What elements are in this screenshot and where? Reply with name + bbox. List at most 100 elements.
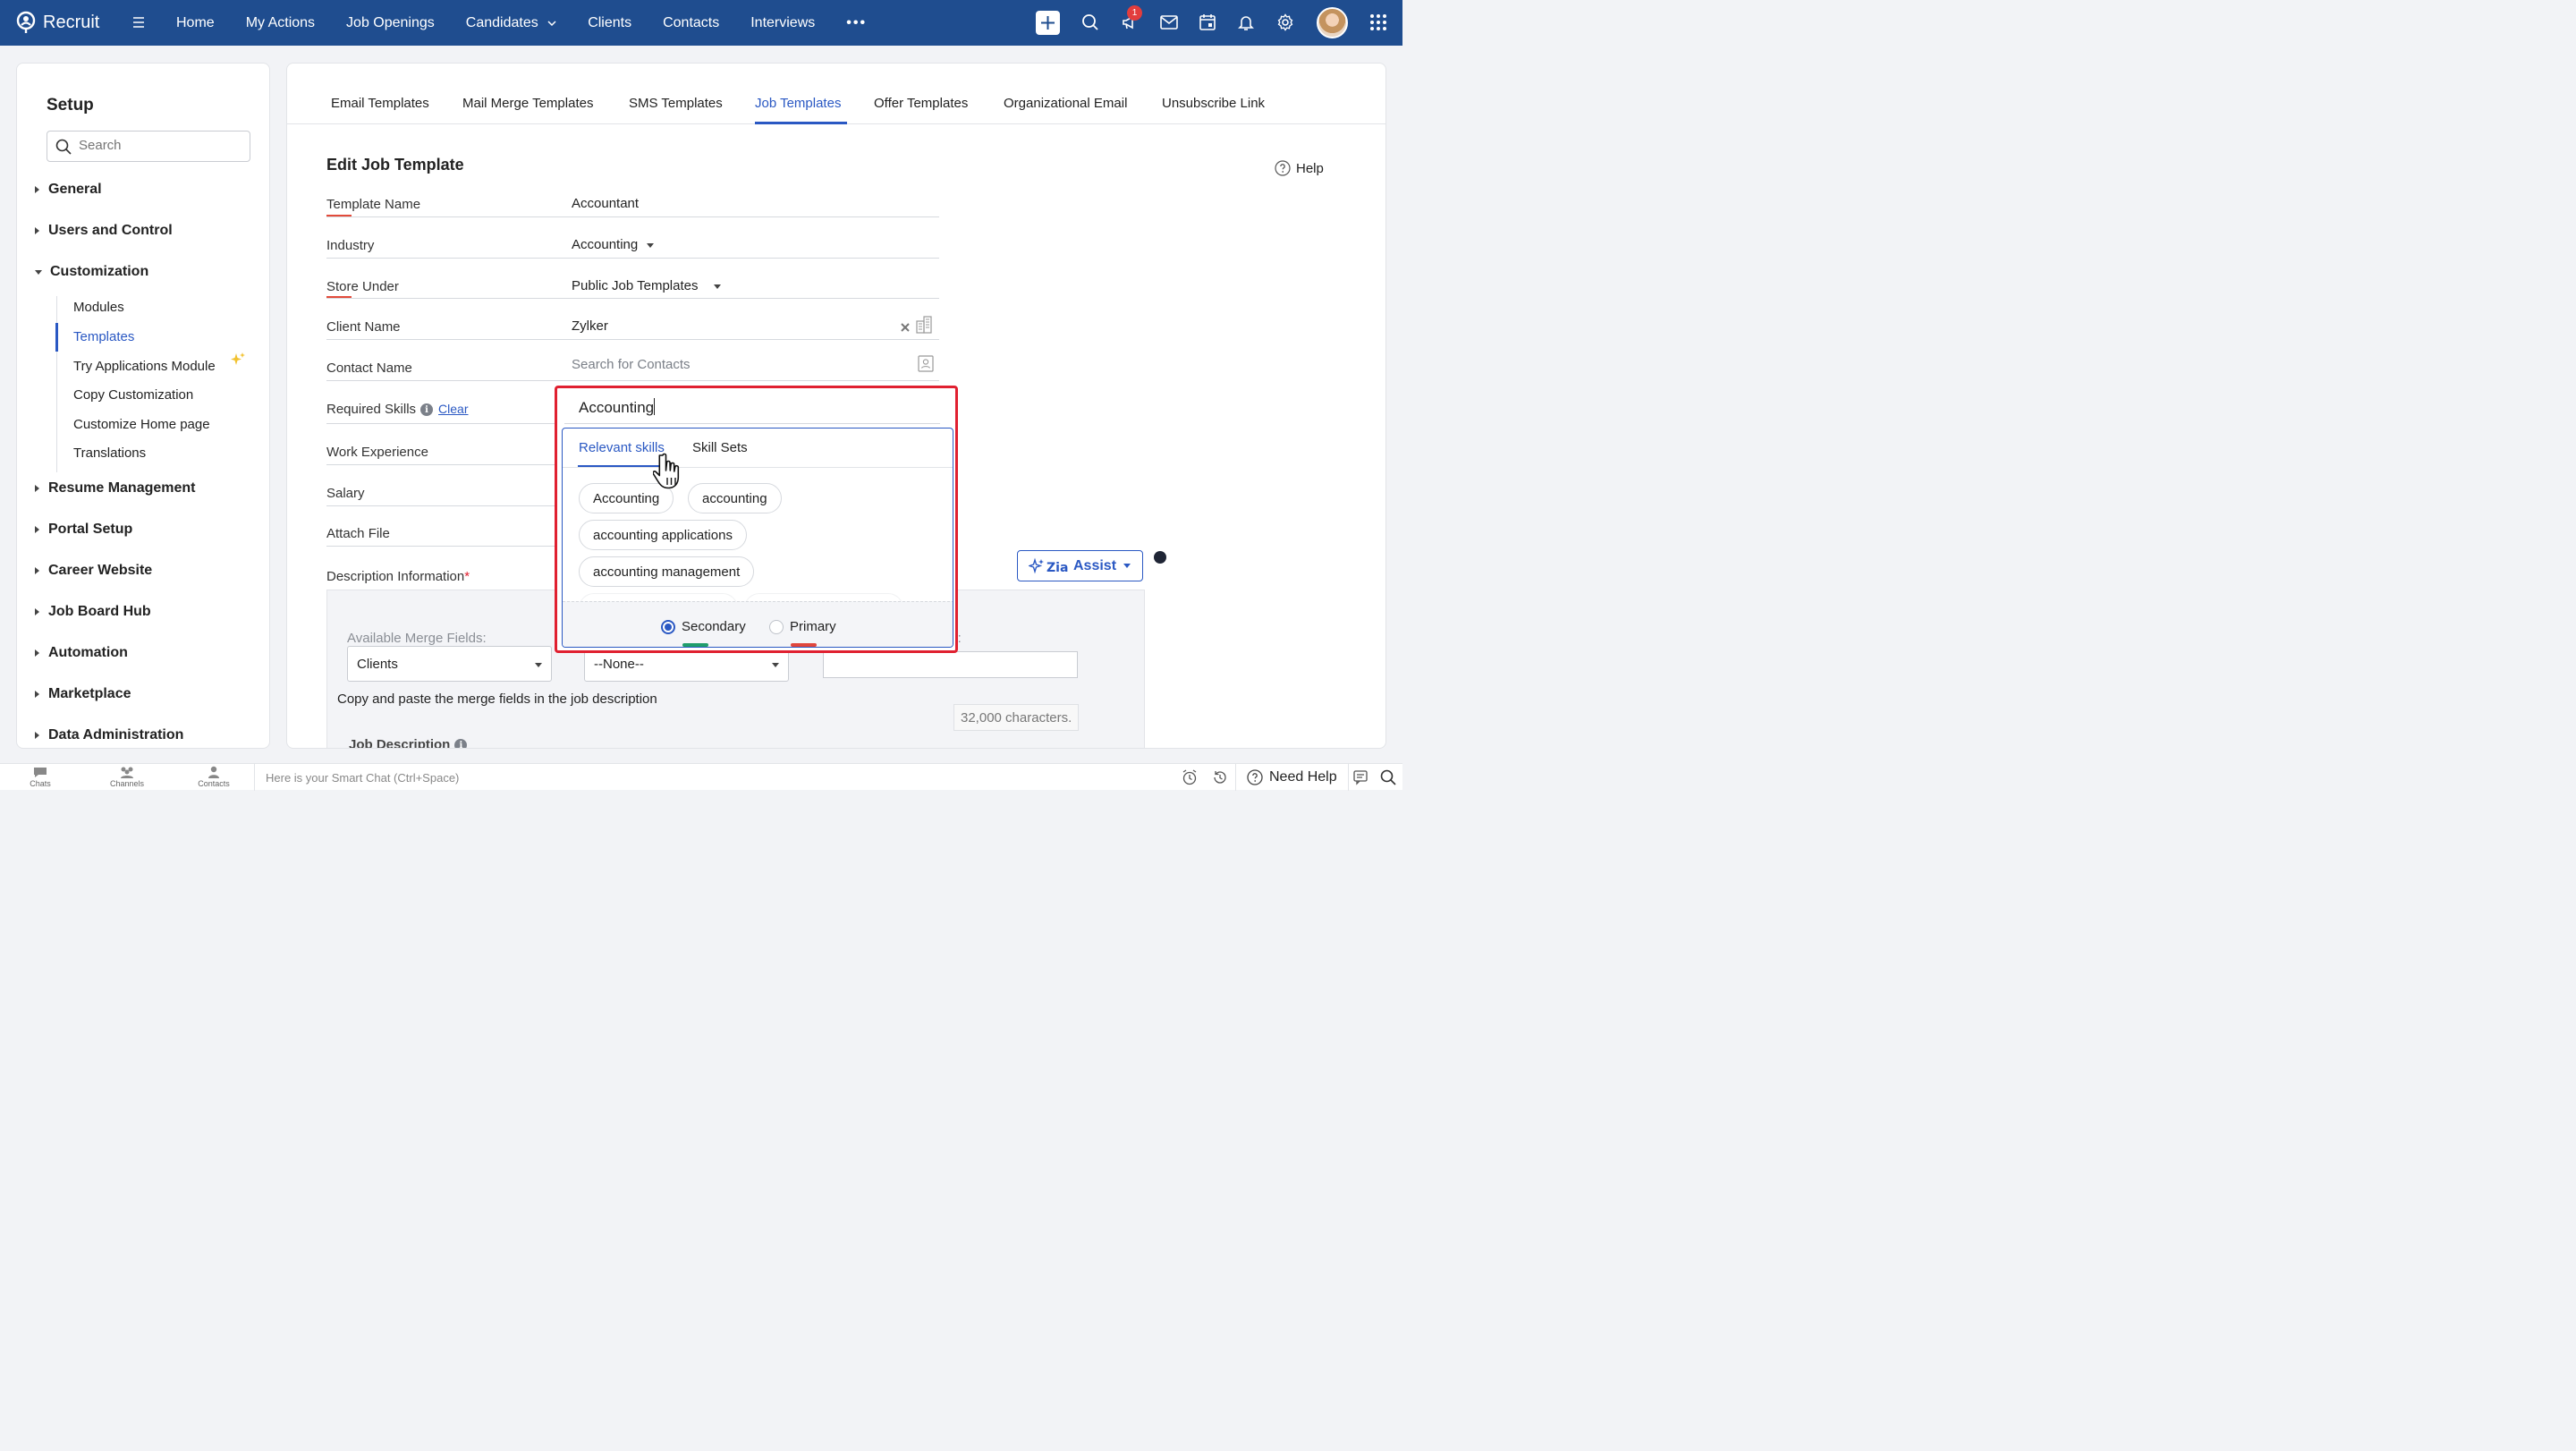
smart-chat-input[interactable]: Here is your Smart Chat (Ctrl+Space) <box>254 764 1175 791</box>
tab-unsubscribe-link[interactable]: Unsubscribe Link <box>1162 96 1265 111</box>
assist-button[interactable]: Zia Assist <box>1017 550 1143 581</box>
quick-create-button[interactable] <box>1036 11 1060 35</box>
help-link[interactable]: Help <box>1275 160 1324 176</box>
apps-grid-icon[interactable] <box>1368 12 1389 33</box>
nav-more[interactable]: ••• <box>846 15 867 31</box>
sidebar-section-label: Customization <box>50 264 149 279</box>
sidebar-section-jobboard[interactable]: Job Board Hub <box>35 604 151 620</box>
sidebar-section-data-admin[interactable]: Data Administration <box>35 727 183 743</box>
sidebar-section-marketplace[interactable]: Marketplace <box>35 686 131 702</box>
tab-relevant-skills[interactable]: Relevant skills <box>579 440 665 455</box>
tab-skill-sets[interactable]: Skill Sets <box>692 440 748 455</box>
hand-pointer-icon <box>653 453 680 489</box>
clear-x-icon[interactable] <box>900 322 911 333</box>
nav-interviews[interactable]: Interviews <box>750 15 815 31</box>
sidebar-item-translations[interactable]: Translations <box>73 445 146 461</box>
nav-my-actions[interactable]: My Actions <box>246 15 315 31</box>
merge-module-select[interactable]: Clients <box>347 646 552 682</box>
sidebar-section-users[interactable]: Users and Control <box>35 223 173 239</box>
sidebar-section-label: Data Administration <box>48 727 184 742</box>
gear-icon[interactable] <box>1275 12 1296 33</box>
sidebar-section-automation[interactable]: Automation <box>35 645 128 661</box>
sidebar-item-copy-customization[interactable]: Copy Customization <box>73 387 193 403</box>
store-under-select[interactable]: Public Job Templates <box>572 278 722 293</box>
radio-primary[interactable]: Primary <box>769 619 836 634</box>
radio-button[interactable] <box>769 619 784 634</box>
info-icon: i <box>454 739 468 748</box>
channels-label: Channels <box>109 779 145 788</box>
contact-name-field[interactable]: Search for Contacts <box>572 357 691 372</box>
calendar-icon[interactable] <box>1197 12 1218 33</box>
nav-home[interactable]: Home <box>176 15 215 31</box>
merge-module-value: Clients <box>357 657 398 672</box>
feedback-icon[interactable] <box>1352 769 1368 785</box>
active-tab-underline <box>755 122 847 124</box>
sidebar-item-modules[interactable]: Modules <box>73 300 124 315</box>
skill-chip[interactable]: accounting applications <box>579 520 747 550</box>
menu-icon[interactable] <box>130 13 148 31</box>
contacts-button[interactable]: Contacts <box>187 766 241 788</box>
radio-secondary[interactable]: Secondary <box>661 619 746 634</box>
salary-label: Salary <box>326 486 365 501</box>
clear-skills-link[interactable]: Clear <box>438 402 468 416</box>
job-description-text: Job Description <box>349 737 451 749</box>
character-count: 32,000 characters. <box>953 704 1080 731</box>
merge-value-input[interactable] <box>823 651 1078 678</box>
sidebar-section-resume[interactable]: Resume Management <box>35 480 196 496</box>
sidebar-section-portal[interactable]: Portal Setup <box>35 522 132 538</box>
template-name-field[interactable]: Accountant <box>572 196 639 211</box>
radio-button-selected[interactable] <box>661 619 675 634</box>
need-help-button[interactable]: Need Help <box>1235 764 1349 791</box>
caret-down-icon <box>535 663 542 667</box>
job-description-label: Job Description i <box>349 737 468 749</box>
field-divider <box>326 258 939 259</box>
ai-assist-icon: Zia <box>1029 557 1068 575</box>
caret-down-icon <box>1123 564 1131 568</box>
nav-clients[interactable]: Clients <box>588 15 631 31</box>
nav-job-openings[interactable]: Job Openings <box>346 15 435 31</box>
recruit-logo[interactable]: Recruit <box>14 10 99 35</box>
history-icon[interactable] <box>1212 769 1228 785</box>
tab-mail-merge-templates[interactable]: Mail Merge Templates <box>462 96 593 111</box>
setup-search-input[interactable] <box>79 138 244 153</box>
tab-job-templates[interactable]: Job Templates <box>755 96 841 111</box>
alarm-clock-icon[interactable] <box>1182 769 1198 785</box>
search-icon[interactable] <box>1080 12 1101 33</box>
tab-organizational-email[interactable]: Organizational Email <box>1004 96 1127 111</box>
sidebar-item-customize-home[interactable]: Customize Home page <box>73 417 210 432</box>
tab-email-templates[interactable]: Email Templates <box>331 96 429 111</box>
contact-lookup-icon[interactable] <box>918 355 934 372</box>
industry-select[interactable]: Accounting <box>572 237 655 252</box>
tab-offer-templates[interactable]: Offer Templates <box>874 96 968 111</box>
sidebar-section-general[interactable]: General <box>35 182 102 198</box>
channels-button[interactable]: Channels <box>100 766 154 788</box>
required-skills-label: Required Skills i Clear <box>326 402 469 417</box>
sidebar-section-label: Job Board Hub <box>48 604 151 619</box>
chat-bubble-icon <box>34 768 47 777</box>
search-icon[interactable] <box>1380 769 1396 785</box>
mail-icon[interactable] <box>1158 12 1180 33</box>
description-info-label: Description Information* <box>326 569 470 584</box>
nav-contacts[interactable]: Contacts <box>663 15 719 31</box>
contact-person-icon <box>208 766 219 778</box>
nav-candidates[interactable]: Candidates <box>466 15 556 31</box>
skill-chip[interactable]: accounting <box>688 483 782 513</box>
sidebar-item-try-applications[interactable]: Try Applications Module <box>73 359 216 374</box>
user-avatar[interactable] <box>1317 7 1348 38</box>
setup-search[interactable] <box>47 131 250 162</box>
skill-chip[interactable]: accounting management <box>579 556 755 587</box>
chats-button[interactable]: Chats <box>13 766 67 788</box>
building-lookup-icon[interactable] <box>916 316 932 334</box>
bottom-bar: Chats Channels Contacts Here is your Sma… <box>0 763 1402 791</box>
expand-arrow-icon <box>35 567 39 574</box>
sidebar-section-career[interactable]: Career Website <box>35 563 152 579</box>
bell-icon[interactable] <box>1235 12 1257 33</box>
sidebar-section-label: Portal Setup <box>48 522 133 537</box>
expand-arrow-icon <box>35 608 39 615</box>
tab-sms-templates[interactable]: SMS Templates <box>629 96 723 111</box>
sidebar-item-templates[interactable]: Templates <box>73 329 134 344</box>
sidebar-section-customization[interactable]: Customization <box>35 264 148 280</box>
skill-search-input[interactable]: Accounting <box>579 398 656 417</box>
client-name-field[interactable]: Zylker <box>572 318 608 334</box>
skill-input-underline <box>564 423 940 424</box>
